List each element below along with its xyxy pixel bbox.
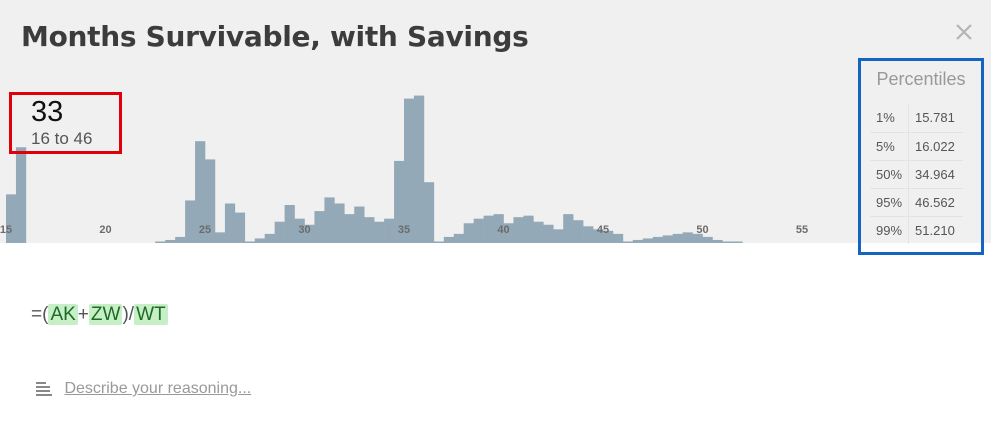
percentiles-panel: Percentiles 1% 15.781 5% 16.022 50% 34.9… [858,58,984,255]
histogram-bar [284,205,295,243]
histogram-bar [443,236,455,243]
histogram-bar [165,239,176,243]
histogram-bar [573,220,584,243]
histogram-bar [642,238,654,243]
histogram-bar [344,214,355,243]
summary-box: 33 16 to 46 [9,92,122,154]
reasoning-row[interactable]: Describe your reasoning... [36,380,251,400]
histogram-bar [433,241,445,243]
percentile-label: 99% [870,216,910,244]
page-title: Months Survivable, with Savings [21,20,529,53]
percentile-row: 50% 34.964 [870,160,963,189]
histogram-bar [483,215,494,243]
histogram-bar [672,233,683,243]
histogram-bar [563,214,574,243]
x-tick-label: 40 [497,224,509,236]
histogram-bar [404,98,415,243]
x-tick-label: 20 [99,224,111,236]
histogram-bar [264,233,275,243]
variable-chip-zw[interactable]: ZW [88,304,123,325]
percentile-label: 5% [870,132,910,161]
percentile-label: 95% [870,188,910,217]
percentile-value: 46.562 [908,188,963,217]
percentile-row: 99% 51.210 [870,216,963,244]
percentile-value: 34.964 [908,160,963,189]
histogram-bar [652,236,663,243]
variable-chip-wt[interactable]: WT [134,304,168,325]
histogram-bar [732,241,743,243]
percentiles-title: Percentiles [876,69,966,89]
histogram-bar [334,203,345,243]
x-tick-label: 45 [597,224,609,236]
describe-reasoning-link[interactable]: Describe your reasoning... [64,380,251,398]
close-icon [956,24,972,40]
percentile-row: 5% 16.022 [870,132,963,161]
histogram-bar [364,217,375,243]
histogram-bar [513,217,524,243]
histogram-bar [632,239,644,243]
histogram-bar [622,241,634,243]
histogram-bar [533,221,544,243]
formula-expression[interactable]: =(AK + ZW)/WT [31,303,168,327]
x-tick-label: 50 [696,224,708,236]
percentile-value: 15.781 [908,104,963,133]
text-lines-icon [36,382,52,396]
formula-plus: + [77,304,89,325]
formula-divide: )/ [122,304,135,325]
x-tick-label: 30 [298,224,310,236]
formula-open-paren: =( [31,304,49,325]
histogram-bar [155,241,166,243]
histogram-bar [15,147,27,243]
histogram-bar [244,241,256,243]
histogram-bar [254,238,265,243]
percentile-row: 95% 46.562 [870,188,963,217]
histogram-bar [662,235,673,243]
histogram-bar [324,197,335,243]
variable-chip-ak[interactable]: AK [48,304,78,325]
histogram-bar [702,236,713,243]
median-value: 33 [31,96,64,128]
x-tick-label: 25 [199,224,211,236]
histogram-bar [682,232,693,243]
histogram-bar [473,218,484,243]
histogram-bar [543,224,554,243]
histogram-bar [314,211,325,243]
close-button[interactable] [950,18,978,46]
histogram-bar [612,233,624,243]
histogram-bar [234,212,246,243]
histogram-bar [274,221,285,243]
histogram-bar [175,236,186,243]
histogram-bar [374,221,385,243]
x-tick-label: 15 [0,224,12,236]
percentile-value: 51.210 [915,222,955,238]
histogram-bar [354,206,365,243]
histogram-bar [463,223,474,243]
histogram-bar [712,239,723,243]
percentile-row: 1% 15.781 [870,104,963,133]
percentiles-table: 1% 15.781 5% 16.022 50% 34.964 95% 46.56… [870,104,963,244]
x-tick-label: 35 [398,224,410,236]
histogram-bar [453,233,464,243]
histogram-bar [423,182,435,243]
histogram-bar [185,200,196,243]
histogram-bar [384,218,395,243]
percentile-value: 16.022 [908,132,963,161]
interval-range: 16 to 46 [31,129,93,148]
histogram-bar [553,229,564,243]
histogram-chart: 15 20 25 30 35 40 45 50 55 [0,95,808,243]
histogram-bar [523,215,534,243]
histogram-bar [224,203,236,243]
chart-panel: Months Survivable, with Savings 15 20 25 30… [0,0,991,243]
histogram-bar [722,241,733,243]
histogram-bar [583,226,594,243]
percentile-label: 50% [870,160,910,189]
histogram-bar [214,232,226,243]
histogram-bar [413,95,425,243]
x-tick-label: 55 [796,224,808,236]
percentile-label: 1% [870,104,910,133]
